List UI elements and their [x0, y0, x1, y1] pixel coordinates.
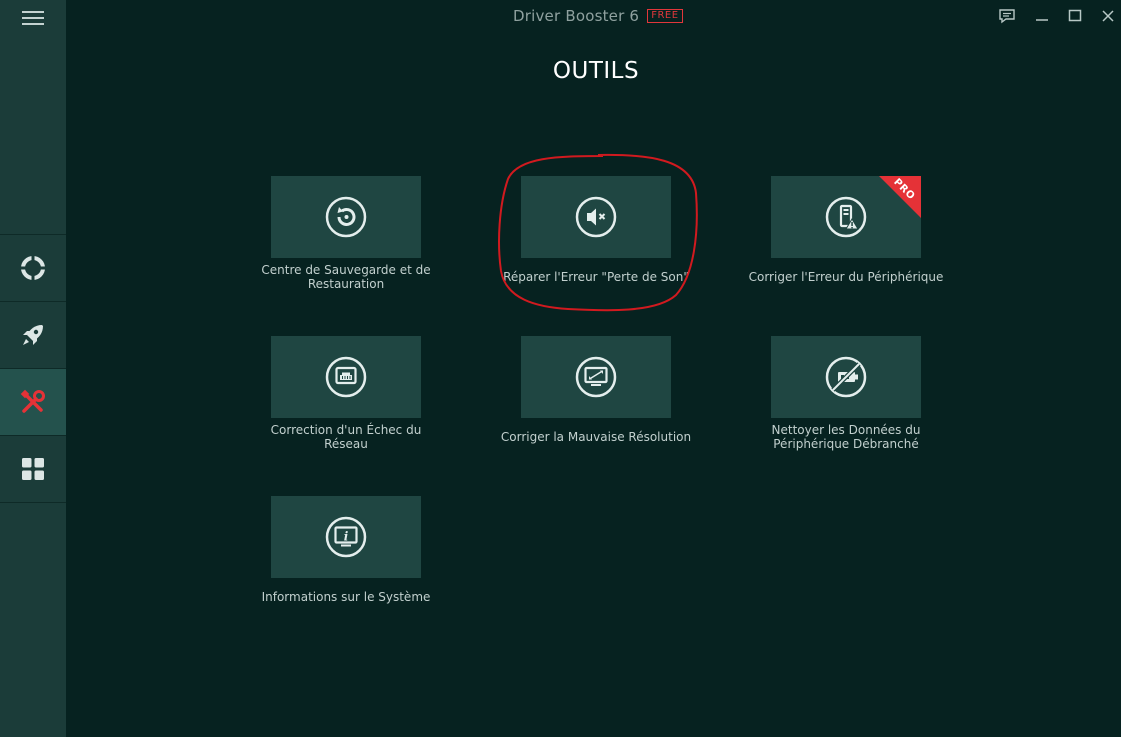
feedback-icon	[999, 9, 1015, 24]
feedback-button[interactable]	[997, 6, 1017, 26]
tool-label: Réparer l'Erreur "Perte de Son"	[503, 270, 689, 284]
lifebuoy-icon	[21, 256, 45, 280]
restore-icon	[325, 196, 367, 238]
svg-text:i: i	[344, 530, 349, 544]
sidebar	[0, 0, 66, 737]
sidebar-item-boost[interactable]	[0, 302, 66, 368]
sidebar-item-tools[interactable]	[0, 369, 66, 435]
tool-fix-resolution[interactable]	[521, 336, 671, 418]
tool-clean-unplugged-devices[interactable]	[771, 336, 921, 418]
system-info-icon: i	[325, 516, 367, 558]
tool-fix-device-error[interactable]: PRO	[771, 176, 921, 258]
pro-badge: PRO	[879, 176, 921, 218]
rocket-icon	[23, 325, 43, 345]
tool-label: Corriger l'Erreur du Périphérique	[748, 270, 944, 284]
minimize-button[interactable]	[1032, 6, 1052, 26]
maximize-icon	[1068, 9, 1082, 22]
unplugged-device-icon	[825, 356, 867, 398]
menu-icon[interactable]	[0, 0, 66, 36]
tool-label: Informations sur le Système	[261, 590, 431, 604]
tools-icon	[20, 389, 45, 413]
window-title: Driver Booster 6 FREE	[513, 6, 683, 26]
tool-label: Corriger la Mauvaise Résolution	[500, 430, 692, 444]
free-badge: FREE	[647, 9, 683, 23]
sidebar-item-scan[interactable]	[0, 235, 66, 301]
tool-label: Correction d'un Échec du Réseau	[270, 423, 422, 451]
network-icon	[325, 356, 367, 398]
divider	[0, 502, 66, 503]
mute-icon	[575, 196, 617, 238]
tool-label: Nettoyer les Données du Périphérique Déb…	[771, 423, 921, 451]
minimize-icon	[1036, 19, 1048, 21]
close-icon	[1102, 10, 1114, 22]
resolution-icon	[575, 356, 617, 398]
tool-label: Centre de Sauvegarde et de Restauration	[261, 263, 431, 291]
page-title: OUTILS	[552, 58, 640, 84]
grid-icon	[22, 458, 44, 480]
tool-fix-network[interactable]	[271, 336, 421, 418]
tool-system-info[interactable]: i	[271, 496, 421, 578]
tool-fix-no-sound[interactable]	[521, 176, 671, 258]
close-button[interactable]	[1098, 6, 1118, 26]
device-warning-icon	[825, 196, 867, 238]
app-title: Driver Booster 6	[513, 7, 640, 25]
maximize-button[interactable]	[1065, 6, 1085, 26]
sidebar-item-action-center[interactable]	[0, 436, 66, 502]
tool-backup-restore[interactable]	[271, 176, 421, 258]
